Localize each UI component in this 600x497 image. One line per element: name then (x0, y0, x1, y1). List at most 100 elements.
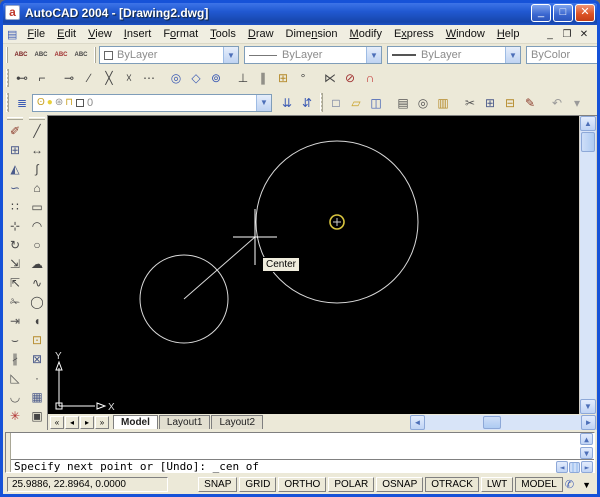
ellipse-button[interactable]: ◯ (27, 292, 47, 311)
rotate-button[interactable]: ↻ (5, 235, 25, 254)
child-restore-button[interactable]: ❐ (560, 29, 574, 40)
tab-layout2[interactable]: Layout2 (211, 415, 264, 429)
communication-center-icon[interactable]: ✆ (565, 478, 574, 491)
menu-dimension[interactable]: Dimension (280, 27, 344, 41)
line-button[interactable]: ╱ (27, 121, 47, 140)
plot-style-combo[interactable]: ByColor (526, 46, 597, 64)
toolbar-grip[interactable] (28, 117, 46, 120)
layer-properties-manager-button[interactable]: ≣ (12, 93, 32, 112)
scroll-down-icon[interactable]: ▼ (580, 447, 593, 459)
status-model-button[interactable]: MODEL (515, 477, 563, 492)
menu-view[interactable]: View (82, 27, 118, 41)
status-otrack-button[interactable]: OTRACK (425, 477, 479, 492)
snap-insert-button[interactable]: ⊞ (273, 69, 293, 88)
ellipse-arc-button[interactable]: ◖ (27, 311, 47, 330)
snap-perpendicular-button[interactable]: ⊥ (233, 69, 253, 88)
toolbar-grip[interactable] (6, 93, 9, 112)
paste-button[interactable]: ⊟ (500, 93, 520, 112)
command-input-scrollbar[interactable]: ◄ ► (556, 461, 593, 473)
status-snap-button[interactable]: SNAP (198, 477, 238, 492)
combo-arrow-icon[interactable]: ▼ (505, 47, 520, 63)
edit-text-button[interactable]: ABC (51, 46, 71, 65)
cut-button[interactable]: ✂ (460, 93, 480, 112)
toolbar-grip[interactable] (94, 46, 96, 64)
snap-none-button[interactable]: ⊘ (340, 69, 360, 88)
layer-previous-button[interactable]: ⇵ (297, 93, 317, 112)
last-tab-button[interactable]: » (95, 415, 109, 429)
mirror-button[interactable]: ◭ (5, 159, 25, 178)
undo-dropdown-button[interactable]: ▾ (567, 93, 587, 112)
find-replace-button[interactable]: ABC (31, 46, 51, 65)
close-button[interactable]: ✕ (575, 3, 595, 22)
make-block-button[interactable]: ⊠ (27, 349, 47, 368)
status-lwt-button[interactable]: LWT (480, 477, 514, 492)
polygon-button[interactable]: ⌂ (27, 178, 47, 197)
command-history-scrollbar[interactable]: ▲ ▼ (580, 433, 594, 459)
vertical-scrollbar[interactable]: ▲ ▼ (580, 116, 596, 414)
extend-button[interactable]: ⇥ (5, 311, 25, 330)
color-control-combo[interactable]: ByLayer ▼ (99, 46, 239, 64)
command-scroll-thumb[interactable] (569, 461, 580, 473)
linetype-combo[interactable]: ByLayer ▼ (244, 46, 382, 64)
revision-cloud-button[interactable]: ☁ (27, 254, 47, 273)
toolbar-grip[interactable] (320, 93, 323, 112)
publish-button[interactable]: ▥ (433, 93, 453, 112)
snap-from-button[interactable]: ⌐ (32, 69, 52, 88)
multiline-text-button[interactable]: ABC (11, 46, 31, 65)
offset-button[interactable]: ∽ (5, 178, 25, 197)
status-menu-caret-icon[interactable]: ▼ (582, 480, 591, 490)
copy-button[interactable]: ⊞ (480, 93, 500, 112)
scroll-left-icon[interactable]: ◄ (410, 414, 425, 430)
break-at-point-button[interactable]: ⌣ (5, 330, 25, 349)
snap-quadrant-button[interactable]: ◇ (186, 69, 206, 88)
match-properties-button[interactable]: ✎ (520, 93, 540, 112)
status-grid-button[interactable]: GRID (239, 477, 277, 492)
plot-button[interactable]: ▤ (393, 93, 413, 112)
undo-button[interactable]: ↶ (547, 93, 567, 112)
titlebar[interactable]: a AutoCAD 2004 - [Drawing2.dwg] _ □ ✕ (3, 3, 597, 25)
menu-express[interactable]: Express (388, 27, 440, 41)
copy-object-button[interactable]: ⊞ (5, 140, 25, 159)
menu-insert[interactable]: Insert (118, 27, 158, 41)
array-button[interactable]: ∷ (5, 197, 25, 216)
menu-window[interactable]: Window (440, 27, 491, 41)
tab-layout1[interactable]: Layout1 (158, 415, 211, 429)
stretch-button[interactable]: ⇱ (5, 273, 25, 292)
scroll-right-icon[interactable]: ► (581, 461, 593, 473)
scroll-right-icon[interactable]: ► (581, 414, 596, 430)
status-osnap-button[interactable]: OSNAP (376, 477, 424, 492)
scroll-down-icon[interactable]: ▼ (580, 399, 596, 414)
spline-button[interactable]: ∿ (27, 273, 47, 292)
horizontal-scrollbar[interactable]: ◄ ► (410, 414, 596, 430)
snap-node-button[interactable]: ° (293, 69, 313, 88)
layer-combo[interactable]: ʘ ● ⊛ ⊓ 0 ▼ (32, 93, 272, 112)
move-button[interactable]: ⊹ (5, 216, 25, 235)
circle-button[interactable]: ○ (27, 235, 47, 254)
explode-button[interactable]: ✳ (5, 406, 25, 425)
snap-endpoint-button[interactable]: ⊸ (59, 69, 79, 88)
menu-format[interactable]: Format (157, 27, 204, 41)
tab-model[interactable]: Model (113, 415, 158, 429)
menu-edit[interactable]: Edit (51, 27, 82, 41)
snap-midpoint-button[interactable]: ∕ (79, 69, 99, 88)
erase-button[interactable]: ✐ (5, 121, 25, 140)
scroll-left-icon[interactable]: ◄ (556, 461, 568, 473)
construction-line-button[interactable]: ↔ (27, 140, 47, 159)
combo-arrow-icon[interactable]: ▼ (366, 47, 381, 63)
polyline-button[interactable]: ∫ (27, 159, 47, 178)
maximize-button[interactable]: □ (553, 3, 573, 22)
arc-button[interactable]: ◠ (27, 216, 47, 235)
snap-apparent-intersection-button[interactable]: ☓ (119, 69, 139, 88)
insert-block-button[interactable]: ⊡ (27, 330, 47, 349)
region-button[interactable]: ▣ (27, 406, 47, 425)
toolbar-grip[interactable] (6, 46, 8, 64)
chamfer-button[interactable]: ◺ (5, 368, 25, 387)
menu-help[interactable]: Help (491, 27, 526, 41)
snap-tangent-button[interactable]: ⊚ (206, 69, 226, 88)
snap-nearest-button[interactable]: ⋉ (320, 69, 340, 88)
scale-button[interactable]: ⇲ (5, 254, 25, 273)
fillet-button[interactable]: ◡ (5, 387, 25, 406)
scroll-up-icon[interactable]: ▲ (580, 116, 596, 131)
menu-tools[interactable]: Tools (204, 27, 242, 41)
open-button[interactable]: ▱ (346, 93, 366, 112)
